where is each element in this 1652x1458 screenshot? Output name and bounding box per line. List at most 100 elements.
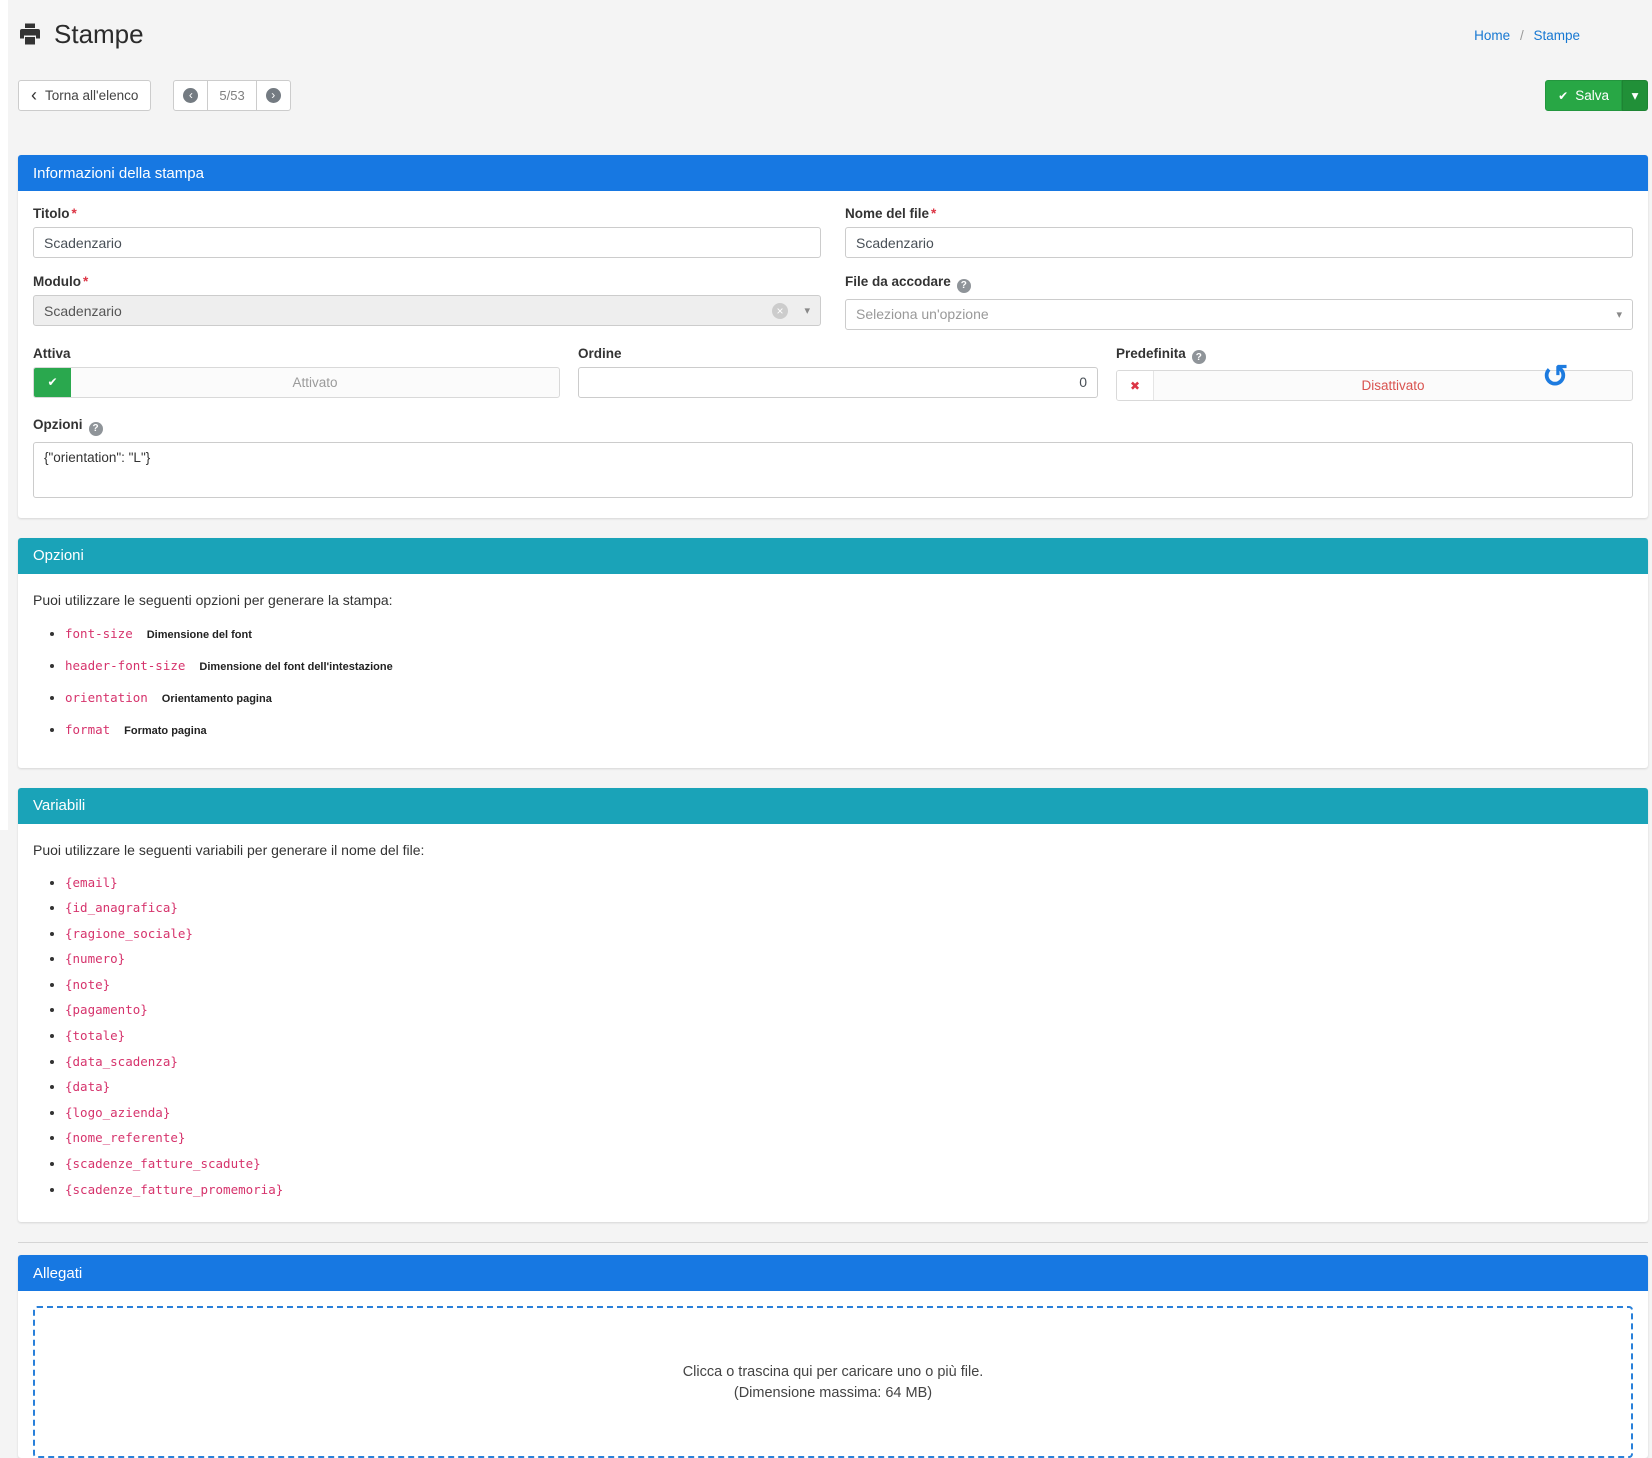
required-asterisk: * xyxy=(931,206,936,221)
options-intro: Puoi utilizzare le seguenti opzioni per … xyxy=(33,592,1633,608)
variable-item: {pagamento} xyxy=(65,999,1633,1021)
help-icon[interactable]: ? xyxy=(89,422,103,436)
variable-item: {ragione_sociale} xyxy=(65,923,1633,945)
nome-file-field: Nome del file* xyxy=(845,206,1633,258)
select-placeholder: Seleziona un'opzione xyxy=(856,306,989,322)
help-icon[interactable]: ? xyxy=(957,279,971,293)
option-code: header-font-size xyxy=(65,658,185,673)
file-accodare-select[interactable]: Seleziona un'opzione ▾ xyxy=(845,299,1633,330)
variable-item: {data_scadenza} xyxy=(65,1051,1633,1073)
nome-file-label: Nome del file* xyxy=(845,206,1633,221)
chevron-down-icon: ▾ xyxy=(1616,308,1622,321)
variable-item: {logo_azienda} xyxy=(65,1102,1633,1124)
info-panel: Informazioni della stampa Titolo* Nome d… xyxy=(18,155,1648,518)
clear-selection-icon[interactable]: × xyxy=(772,303,788,319)
breadcrumb: Home / Stampe xyxy=(1474,28,1580,43)
printer-icon xyxy=(18,22,42,46)
file-accodare-label: File da accodare? xyxy=(845,274,1633,293)
arrow-circle-right-icon: › xyxy=(266,88,281,103)
option-item: header-font-size Dimensione del font dell… xyxy=(65,654,1633,678)
modulo-field: Modulo* Scadenzario × ▾ xyxy=(33,274,821,330)
variable-item: {numero} xyxy=(65,948,1633,970)
content-area: Stampe Home / Stampe ‹ Torna all'elenco … xyxy=(0,0,1652,1458)
help-icon[interactable]: ? xyxy=(1192,350,1206,364)
attiva-toggle[interactable]: ✔ Attivato xyxy=(33,367,560,398)
attachments-panel: Allegati Clicca o trascina qui per caric… xyxy=(18,1255,1648,1458)
options-panel-header: Opzioni xyxy=(18,538,1648,574)
option-description: Dimensione del font xyxy=(147,629,252,641)
option-description: Orientamento pagina xyxy=(162,693,272,705)
titolo-label: Titolo* xyxy=(33,206,821,221)
back-to-list-button[interactable]: ‹ Torna all'elenco xyxy=(18,80,151,111)
section-divider xyxy=(18,1242,1648,1243)
info-panel-body: Titolo* Nome del file* Modulo* xyxy=(18,191,1648,518)
arrow-circle-left-icon: ‹ xyxy=(183,88,198,103)
save-button-group: ✔ Salva ▾ xyxy=(1545,80,1648,111)
option-description: Formato pagina xyxy=(124,725,207,737)
form-row-1: Titolo* Nome del file* xyxy=(33,206,1633,258)
attiva-state-label: Attivato xyxy=(71,368,559,397)
options-list: font-size Dimensione del font header-font… xyxy=(33,622,1633,742)
file-dropzone[interactable]: Clicca o trascina qui per caricare uno o… xyxy=(33,1306,1633,1458)
variables-panel-body: Puoi utilizzare le seguenti variabili pe… xyxy=(18,824,1648,1223)
variable-item: {totale} xyxy=(65,1025,1633,1047)
check-icon: ✔ xyxy=(1558,89,1568,103)
ordine-field: Ordine xyxy=(578,346,1098,402)
save-dropdown-toggle[interactable]: ▾ xyxy=(1622,80,1648,111)
attiva-label: Attiva xyxy=(33,346,560,361)
save-button[interactable]: ✔ Salva xyxy=(1545,80,1622,111)
option-item: orientation Orientamento pagina xyxy=(65,686,1633,710)
variables-panel: Variabili Puoi utilizzare le seguenti va… xyxy=(18,788,1648,1223)
next-record-button[interactable]: › xyxy=(256,80,291,111)
toggle-cross-icon: ✖ xyxy=(1117,371,1154,400)
option-item: format Formato pagina xyxy=(65,718,1633,742)
info-panel-header: Informazioni della stampa xyxy=(18,155,1648,191)
dropzone-text: Clicca o trascina qui per caricare uno o… xyxy=(683,1364,984,1380)
attachments-panel-header: Allegati xyxy=(18,1255,1648,1291)
titolo-input[interactable] xyxy=(33,227,821,258)
opzioni-label: Opzioni? xyxy=(33,417,1633,436)
undo-floating-icon[interactable]: ↺ xyxy=(1542,360,1569,392)
variables-panel-header: Variabili xyxy=(18,788,1648,824)
option-item: font-size Dimensione del font xyxy=(65,622,1633,646)
opzioni-textarea[interactable]: {"orientation": "L"} xyxy=(33,442,1633,498)
back-button-label: Torna all'elenco xyxy=(45,88,138,103)
titolo-field: Titolo* xyxy=(33,206,821,258)
modulo-select[interactable]: Scadenzario × ▾ xyxy=(33,295,821,326)
record-pager: ‹ 5/53 › xyxy=(173,80,290,111)
caret-down-icon: ▾ xyxy=(1632,88,1639,104)
chevron-down-icon: ▾ xyxy=(804,304,810,317)
form-row-4: Opzioni? {"orientation": "L"} xyxy=(33,417,1633,503)
variable-item: {nome_referente} xyxy=(65,1127,1633,1149)
modulo-label: Modulo* xyxy=(33,274,821,289)
options-panel-body: Puoi utilizzare le seguenti opzioni per … xyxy=(18,574,1648,768)
breadcrumb-home-link[interactable]: Home xyxy=(1474,28,1510,43)
variable-item: {note} xyxy=(65,974,1633,996)
form-row-2: Modulo* Scadenzario × ▾ File da accodare… xyxy=(33,274,1633,330)
variable-item: {scadenze_fatture_scadute} xyxy=(65,1153,1633,1175)
required-asterisk: * xyxy=(83,274,88,289)
option-code: orientation xyxy=(65,690,148,705)
nome-file-input[interactable] xyxy=(845,227,1633,258)
dropzone-limit: (Dimensione massima: 64 MB) xyxy=(734,1385,932,1401)
prev-record-button[interactable]: ‹ xyxy=(173,80,208,111)
variable-item: {data} xyxy=(65,1076,1633,1098)
variable-item: {id_anagrafica} xyxy=(65,897,1633,919)
variables-intro: Puoi utilizzare le seguenti variabili pe… xyxy=(33,842,1633,858)
opzioni-field: Opzioni? {"orientation": "L"} xyxy=(33,417,1633,503)
required-asterisk: * xyxy=(72,206,77,221)
variable-item: {email} xyxy=(65,872,1633,894)
page-header: Stampe xyxy=(18,14,1652,54)
ordine-input[interactable] xyxy=(578,367,1098,398)
chevron-left-icon: ‹ xyxy=(31,86,37,106)
record-counter: 5/53 xyxy=(207,80,256,111)
option-code: format xyxy=(65,722,110,737)
option-description: Dimensione del font dell'intestazione xyxy=(199,661,392,673)
breadcrumb-separator: / xyxy=(1520,28,1524,43)
option-code: font-size xyxy=(65,626,133,641)
options-panel: Opzioni Puoi utilizzare le seguenti opzi… xyxy=(18,538,1648,768)
modulo-selected-value: Scadenzario xyxy=(44,303,122,319)
breadcrumb-current[interactable]: Stampe xyxy=(1533,28,1580,43)
attachments-panel-body: Clicca o trascina qui per caricare uno o… xyxy=(18,1306,1648,1458)
page-title: Stampe xyxy=(54,19,144,50)
